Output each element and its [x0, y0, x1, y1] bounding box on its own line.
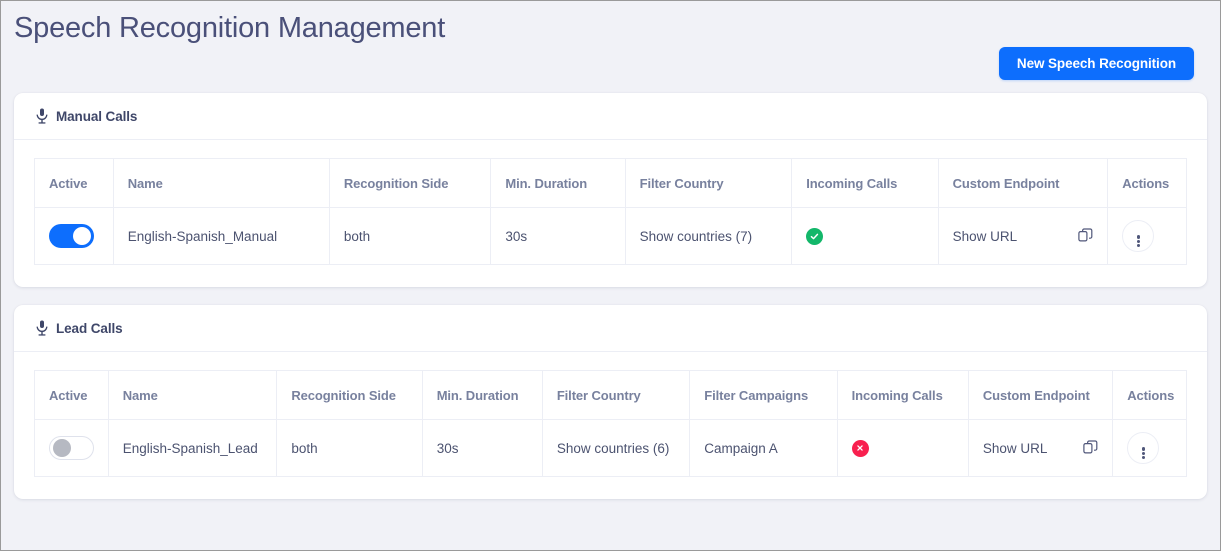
column-header-name: Name [113, 158, 330, 208]
page-title: Speech Recognition Management [14, 12, 446, 44]
cell-actions [1108, 208, 1187, 265]
column-header-recognition-side: Recognition Side [276, 370, 423, 420]
kebab-menu-icon [1141, 446, 1145, 459]
kebab-menu-icon [1136, 234, 1140, 247]
new-speech-recognition-button[interactable]: New Speech Recognition [998, 47, 1194, 80]
toggle-knob [73, 227, 91, 245]
check-icon [810, 233, 819, 239]
column-header-min-duration: Min. Duration [422, 370, 543, 420]
active-toggle[interactable] [49, 436, 94, 460]
table-row: English-Spanish_Lead both 30s Show count… [34, 419, 1187, 477]
column-header-actions: Actions [1107, 158, 1187, 208]
row-actions-menu-button[interactable] [1122, 220, 1155, 252]
close-icon [857, 445, 863, 451]
column-header-custom-endpoint: Custom Endpoint [968, 370, 1114, 420]
column-header-actions: Actions [1112, 370, 1187, 420]
column-header-active: Active [34, 370, 109, 420]
lead-calls-card-header: Lead Calls [14, 305, 1207, 352]
column-header-filter-campaigns: Filter Campaigns [689, 370, 838, 420]
lead-calls-title: Lead Calls [56, 320, 123, 336]
table-header-row: Active Name Recognition Side Min. Durati… [34, 158, 1187, 208]
active-toggle[interactable] [49, 224, 94, 248]
cell-incoming-calls [837, 419, 969, 477]
manual-calls-card-body: Active Name Recognition Side Min. Durati… [14, 140, 1207, 287]
status-badge-disabled [851, 439, 869, 457]
column-header-custom-endpoint: Custom Endpoint [938, 158, 1109, 208]
column-header-filter-country: Filter Country [625, 158, 793, 208]
manual-calls-table: Active Name Recognition Side Min. Durati… [34, 158, 1187, 265]
cell-filter-country[interactable]: Show countries (6) [542, 419, 691, 477]
show-url-link[interactable]: Show URL [983, 441, 1048, 456]
row-actions-menu-button[interactable] [1127, 432, 1160, 464]
cell-min-duration: 30s [490, 207, 626, 265]
cell-custom-endpoint: Show URL [938, 207, 1109, 265]
cell-recognition-side: both [276, 419, 423, 477]
microphone-icon [36, 320, 48, 336]
column-header-active: Active [34, 158, 114, 208]
column-header-incoming-calls: Incoming Calls [837, 370, 969, 420]
column-header-filter-country: Filter Country [542, 370, 691, 420]
manual-calls-title: Manual Calls [56, 108, 138, 124]
show-url-link[interactable]: Show URL [953, 229, 1018, 244]
microphone-icon [36, 108, 48, 124]
table-row: English-Spanish_Manual both 30s Show cou… [34, 207, 1187, 265]
status-badge-enabled [806, 227, 824, 245]
page-header: Speech Recognition Management New Speech… [1, 1, 1220, 93]
column-header-recognition-side: Recognition Side [329, 158, 492, 208]
lead-calls-card: Lead Calls Active Name Recognition Side … [14, 305, 1207, 499]
lead-calls-card-body: Active Name Recognition Side Min. Durati… [14, 352, 1207, 499]
copy-icon[interactable] [1078, 228, 1094, 244]
column-header-min-duration: Min. Duration [490, 158, 626, 208]
column-header-incoming-calls: Incoming Calls [791, 158, 939, 208]
cell-min-duration: 30s [422, 419, 543, 477]
cell-incoming-calls [791, 207, 939, 265]
cell-name: English-Spanish_Lead [108, 419, 278, 477]
cell-active [34, 419, 109, 477]
cell-active [34, 207, 114, 265]
copy-icon[interactable] [1083, 440, 1099, 456]
manual-calls-card: Manual Calls Active Name Recognition Sid… [14, 93, 1207, 287]
table-header-row: Active Name Recognition Side Min. Durati… [34, 370, 1187, 420]
column-header-name: Name [108, 370, 278, 420]
cell-recognition-side: both [329, 207, 492, 265]
toggle-knob [53, 439, 71, 457]
cell-actions [1113, 420, 1187, 477]
cell-name: English-Spanish_Manual [113, 207, 330, 265]
cell-custom-endpoint: Show URL [968, 419, 1114, 477]
lead-calls-table: Active Name Recognition Side Min. Durati… [34, 370, 1187, 477]
cell-filter-country[interactable]: Show countries (7) [625, 207, 793, 265]
manual-calls-card-header: Manual Calls [14, 93, 1207, 140]
cell-filter-campaigns: Campaign A [689, 419, 838, 477]
app-viewport: Speech Recognition Management New Speech… [0, 0, 1221, 551]
